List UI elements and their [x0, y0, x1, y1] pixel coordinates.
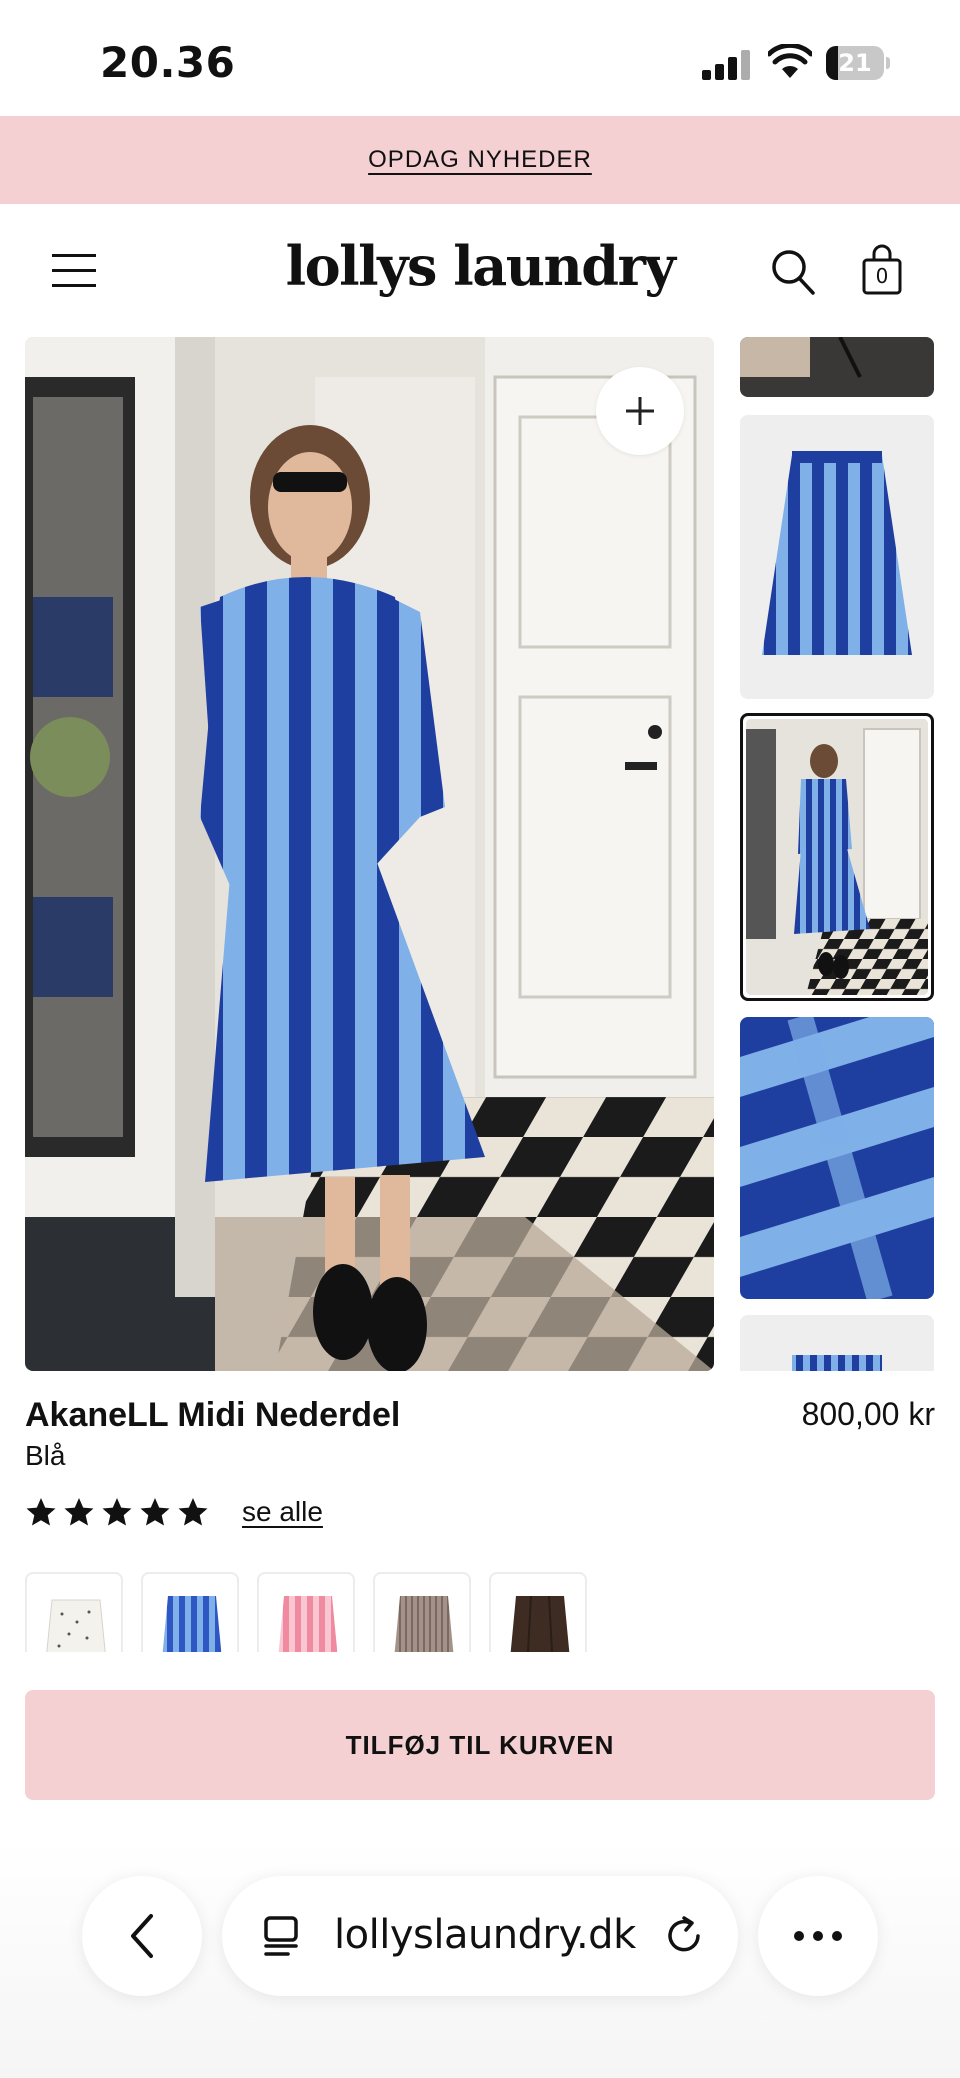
thumb-skirt-waistband[interactable]: [740, 1315, 934, 1371]
star-icon: [140, 1498, 170, 1526]
swatch-blue-stripe[interactable]: [141, 1572, 239, 1652]
cart-count: 0: [875, 264, 889, 288]
address-bar[interactable]: lollyslaundry.dk: [222, 1876, 738, 1996]
star-icon: [26, 1498, 56, 1526]
zoom-plus-icon: [626, 397, 654, 425]
thumb-shoes[interactable]: [740, 337, 934, 397]
more-options-button[interactable]: [758, 1876, 878, 1996]
product-title: AkaneLL Midi Nederdel: [25, 1396, 401, 1434]
reload-icon[interactable]: [662, 1914, 706, 1958]
product-price: 800,00 kr: [801, 1396, 935, 1432]
wifi-icon: [768, 44, 812, 78]
back-button[interactable]: [82, 1876, 202, 1996]
star-icon: [178, 1498, 208, 1526]
swatch-pink-stripe[interactable]: [257, 1572, 355, 1652]
site-header: lollys laundry 0: [0, 204, 960, 336]
swatch-white-dots[interactable]: [25, 1572, 123, 1652]
cellular-signal-icon: [702, 48, 750, 80]
promo-link[interactable]: OPDAG NYHEDER: [368, 146, 592, 174]
browser-toolbar: lollyslaundry.dk: [0, 1840, 960, 2078]
main-product-image[interactable]: [25, 337, 714, 1371]
star-icon: [64, 1498, 94, 1526]
status-bar: 20.36 21: [0, 0, 960, 116]
thumb-skirt-packshot[interactable]: [740, 415, 934, 699]
more-dots-icon: [794, 1931, 842, 1941]
reader-tabs-icon: [264, 1916, 298, 1956]
url-text: lollyslaundry.dk: [334, 1912, 636, 1958]
rating-stars[interactable]: [25, 1494, 209, 1530]
shopping-bag-button[interactable]: 0: [860, 244, 904, 296]
thumb-model-doorway[interactable]: [740, 713, 934, 1001]
site-logo[interactable]: lollys laundry: [0, 234, 960, 298]
status-time: 20.36: [100, 38, 236, 87]
thumbnail-strip[interactable]: [740, 337, 934, 1371]
star-icon: [102, 1498, 132, 1526]
search-icon[interactable]: [770, 248, 816, 296]
see-all-reviews-link[interactable]: se alle: [242, 1496, 323, 1528]
product-photo: [25, 337, 714, 1371]
promo-banner: OPDAG NYHEDER: [0, 116, 960, 204]
color-swatches: [25, 1572, 960, 1652]
thumb-fabric-closeup[interactable]: [740, 1017, 934, 1299]
add-to-cart-button[interactable]: TILFØJ TIL KURVEN: [25, 1690, 935, 1800]
swatch-dark-brown[interactable]: [489, 1572, 587, 1652]
chevron-left-icon: [131, 1914, 153, 1958]
swatch-taupe[interactable]: [373, 1572, 471, 1652]
zoom-button[interactable]: [596, 367, 684, 455]
battery-icon: 21: [826, 46, 890, 80]
battery-level: 21: [838, 49, 872, 77]
product-color: Blå: [25, 1440, 66, 1471]
